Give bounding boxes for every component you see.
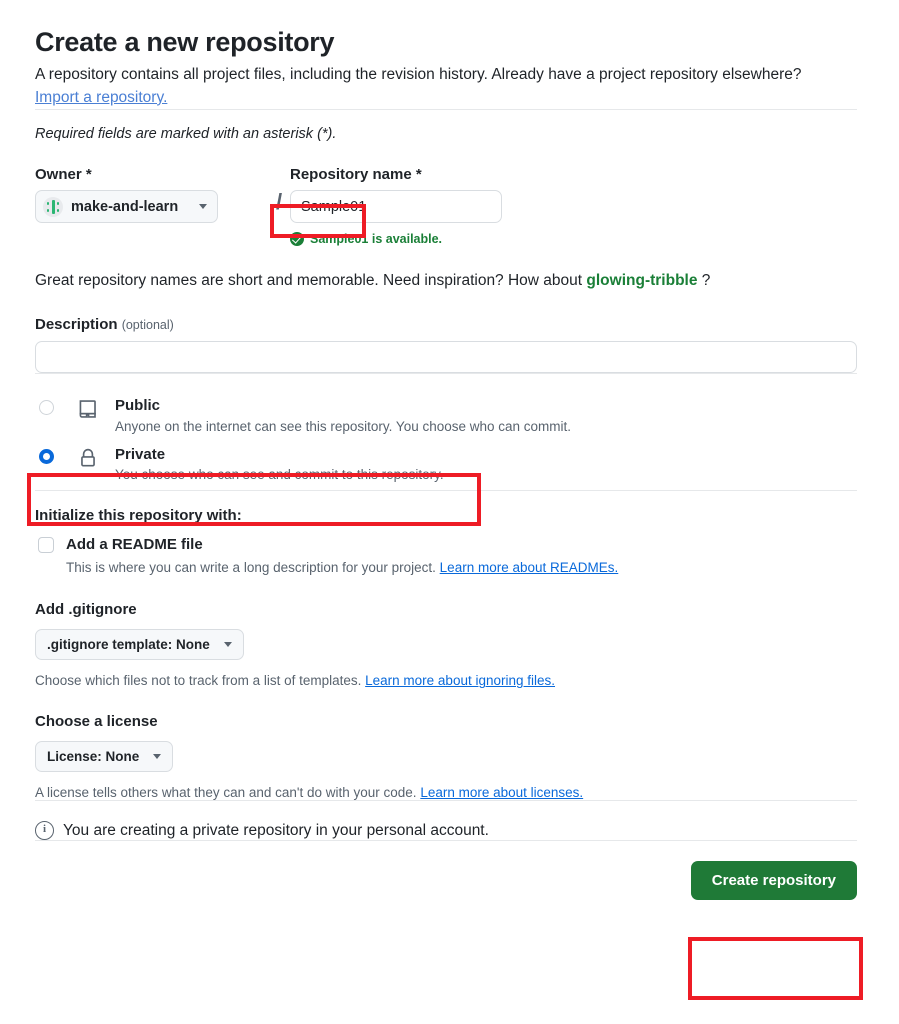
readme-help: This is where you can write a long descr…: [66, 559, 618, 577]
visibility-private-text: Private You choose who can see and commi…: [115, 446, 444, 484]
chevron-down-icon: [153, 754, 162, 760]
gitignore-learn-more-link[interactable]: Learn more about ignoring files.: [365, 673, 555, 688]
license-learn-more-link[interactable]: Learn more about licenses.: [420, 785, 583, 800]
owner-field-group: Owner * make-and-learn: [35, 166, 268, 224]
license-label: License: None: [47, 749, 140, 765]
description-optional-tag: (optional): [121, 318, 174, 333]
divider-footer: [35, 840, 857, 842]
radio-public[interactable]: [39, 400, 54, 416]
page-title: Create a new repository: [35, 27, 335, 57]
lock-icon: [77, 447, 99, 469]
repository-name-group: Repository name * Sample01 is available.: [290, 166, 502, 247]
divider-license: [35, 800, 857, 802]
availability-text: Sample01 is available.: [310, 232, 443, 247]
description-input[interactable]: [35, 341, 857, 374]
readme-learn-more-link[interactable]: Learn more about READMEs.: [440, 560, 619, 575]
visibility-public-title: Public: [115, 397, 161, 415]
visibility-private-title: Private: [115, 445, 166, 463]
page-description-text: A repository contains all project files,…: [35, 66, 802, 84]
license-heading: Choose a license: [35, 713, 158, 731]
gitignore-template-select[interactable]: .gitignore template: None: [35, 629, 244, 661]
form-footer: Create repository: [35, 861, 857, 901]
owner-and-name-row: Owner * make-and-learn / Repository name…: [35, 166, 857, 247]
notice-text: You are creating a private repository in…: [63, 821, 489, 839]
visibility-public-subtitle: Anyone on the internet can see this repo…: [115, 419, 572, 435]
check-circle-icon: [290, 232, 304, 247]
import-repository-link[interactable]: Import a repository.: [35, 89, 167, 106]
radio-private[interactable]: [39, 448, 54, 464]
required-fields-note: Required fields are marked with an aster…: [35, 126, 337, 143]
suggestion-suffix: ?: [697, 272, 711, 290]
private-repo-notice: i You are creating a private repository …: [35, 821, 857, 841]
visibility-options: Public Anyone on the internet can see th…: [35, 393, 857, 490]
name-suggestion: Great repository names are short and mem…: [35, 272, 857, 290]
gitignore-help-text: Choose which files not to track from a l…: [35, 673, 366, 689]
owner-label: Owner *: [35, 166, 92, 184]
annotation-box-create-button: [688, 937, 863, 1000]
visibility-option-public[interactable]: Public Anyone on the internet can see th…: [35, 393, 857, 441]
visibility-private-subtitle: You choose who can see and commit to thi…: [115, 467, 444, 483]
create-repository-button[interactable]: Create repository: [690, 861, 857, 901]
divider-description: [35, 373, 857, 375]
license-help-text: A license tells others what they can and…: [35, 785, 421, 801]
license-select[interactable]: License: None: [35, 741, 174, 773]
initialize-heading: Initialize this repository with:: [35, 506, 242, 524]
checkbox-add-readme[interactable]: [38, 536, 54, 553]
readme-help-text: This is where you can write a long descr…: [66, 559, 440, 575]
readme-label: Add a README file: [66, 535, 203, 553]
gitignore-heading: Add .gitignore: [35, 601, 137, 619]
chevron-down-icon: [223, 642, 232, 648]
availability-status: Sample01 is available.: [290, 232, 502, 247]
suggested-name[interactable]: glowing-tribble: [586, 272, 697, 289]
description-label: Description: [35, 316, 118, 334]
divider-top: [35, 109, 857, 111]
create-repository-form: Create a new repository A repository con…: [35, 0, 857, 901]
chevron-down-icon: [199, 204, 207, 210]
repository-name-label: Repository name *: [290, 166, 422, 184]
readme-option-row[interactable]: Add a README file This is where you can …: [35, 536, 857, 577]
owner-name-label: make-and-learn: [71, 198, 179, 215]
info-icon: i: [35, 821, 54, 841]
readme-text-group: Add a README file This is where you can …: [66, 536, 618, 577]
gitignore-template-label: .gitignore template: None: [47, 637, 210, 653]
visibility-option-private[interactable]: Private You choose who can see and commi…: [35, 442, 857, 490]
description-label-row: Description (optional): [35, 316, 857, 333]
license-help: A license tells others what they can and…: [35, 785, 857, 800]
repo-icon: [77, 398, 99, 420]
gitignore-help: Choose which files not to track from a l…: [35, 673, 857, 688]
owner-name-separator: /: [275, 189, 283, 215]
page-description: A repository contains all project files,…: [35, 64, 857, 109]
visibility-public-text: Public Anyone on the internet can see th…: [115, 397, 571, 435]
owner-avatar-icon: [43, 196, 63, 217]
suggestion-prefix: Great repository names are short and mem…: [35, 272, 587, 290]
repository-name-input[interactable]: [290, 190, 502, 224]
owner-select[interactable]: make-and-learn: [35, 190, 218, 224]
divider-visibility: [35, 489, 857, 491]
